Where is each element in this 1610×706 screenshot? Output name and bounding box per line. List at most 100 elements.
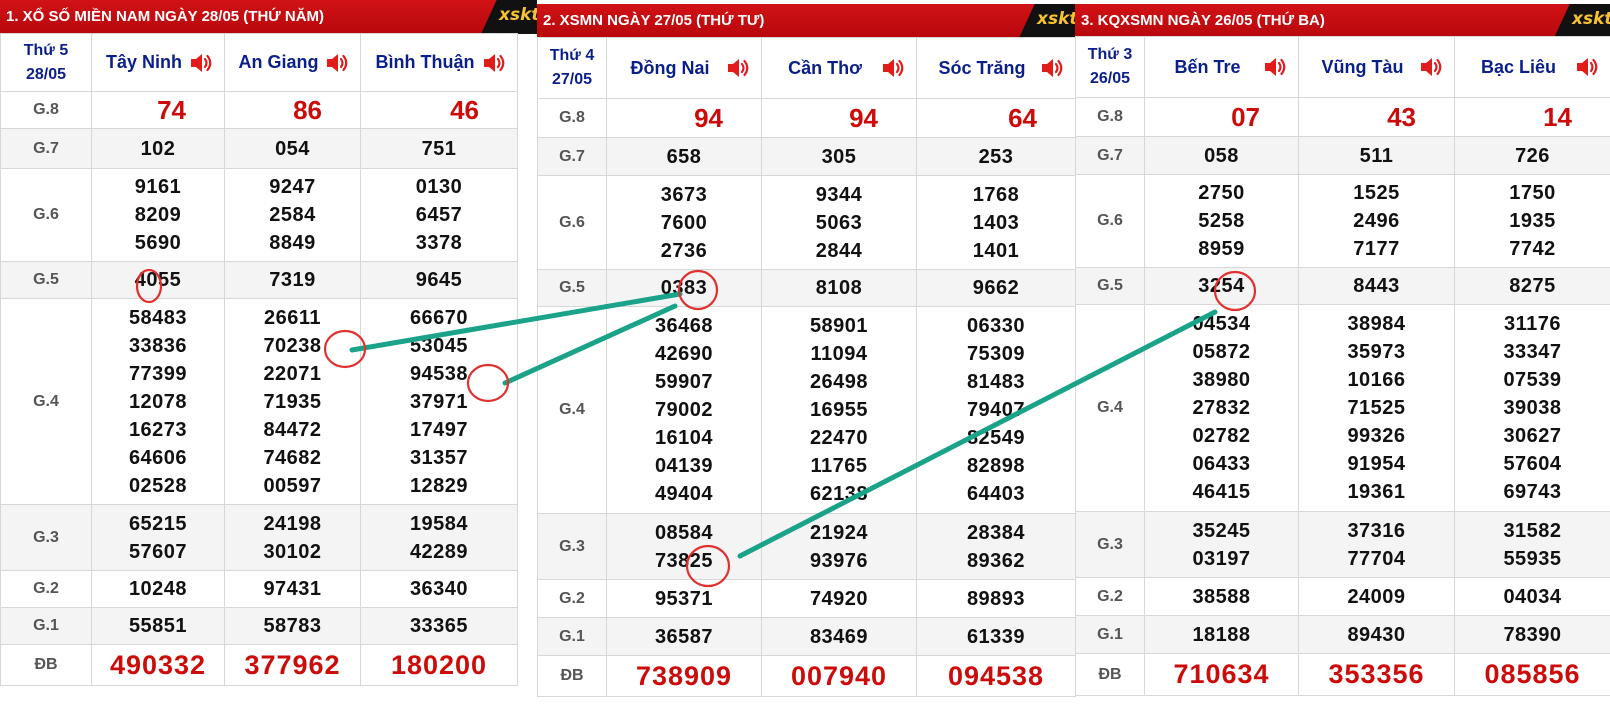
prize-cell: 07 [1144,97,1299,137]
prize-cell: 38984 35973 10166 71525 99326 91954 19361 [1298,304,1455,512]
prize-number: 751 [421,137,457,160]
province-name[interactable]: Vũng Tàu [1322,57,1404,77]
province-header[interactable]: Bạc Liêu [1454,36,1610,98]
speaker-icon[interactable] [188,50,214,76]
prize-cell: 83469 [761,617,917,656]
prize-label: G.5 [537,269,607,307]
panel-title[interactable]: 3. KQXSMN NGÀY 26/05 (THỨ BA) [1075,4,1610,38]
prize-number: 61339 [966,625,1026,648]
draw-date: Thứ 5 28/05 [0,33,92,92]
province-header[interactable]: Tây Ninh [91,33,225,92]
prize-number: 24009 [1347,585,1406,608]
prize-number: 36468 [654,315,714,337]
province-header[interactable]: Bến Tre [1144,36,1299,98]
speaker-icon[interactable] [1574,54,1600,80]
results-table: Thứ 3 26/05 Bến Tre Vũng Tàu Bạc Liêu G.8 07 43… [1075,36,1610,696]
panel-title[interactable]: 2. XSMN NGÀY 27/05 (THỨ TƯ) [537,4,1075,38]
speaker-icon[interactable] [1262,54,1288,80]
prize-row: ĐB 490332 377962 180200 [0,644,518,686]
province-name[interactable]: Sóc Trăng [938,58,1025,78]
prize-cell: 10248 [91,570,225,608]
prize-label: G.1 [537,617,607,656]
prize-number: 00597 [263,474,322,497]
province-header[interactable]: Cần Thơ [761,37,917,99]
prize-number: 07 [1231,101,1260,132]
prize-cell: 9247 2584 8849 [224,168,361,262]
prize-number: 16955 [809,399,869,421]
province-header[interactable]: An Giang [224,33,361,92]
prize-number: 180200 [390,649,488,680]
prize-number: 58783 [263,615,322,637]
prize-number: 058 [1204,144,1239,167]
prize-number: 49404 [654,483,714,505]
prize-number: 3673 [660,183,708,206]
prize-number: 085856 [1484,659,1581,689]
draw-date: Thứ 4 27/05 [537,37,607,99]
prize-number: 19361 [1347,481,1406,503]
prize-number: 77399 [128,362,188,385]
panel-title[interactable]: 1. XỔ SỐ MIỀN NAM NGÀY 28/05 (THỨ NĂM) [0,0,537,34]
speaker-icon[interactable] [324,50,350,76]
prize-cell: 9645 [360,261,518,299]
province-name[interactable]: Bình Thuận [376,52,475,72]
weekday-label: Thứ 4 [549,47,595,64]
prize-row: G.8 07 43 14 [1075,97,1610,137]
speaker-icon[interactable] [1039,55,1065,81]
prize-number: 18188 [1192,623,1251,646]
prize-cell: 26611 70238 22071 71935 84472 74682 00597 [224,298,361,505]
prize-cell: 64 [916,98,1076,138]
prize-number: 69743 [1503,481,1562,503]
speaker-icon[interactable] [725,55,751,81]
province-name[interactable]: Bạc Liêu [1481,57,1556,77]
province-header[interactable]: Bình Thuận [360,33,518,92]
prize-number: 37316 [1347,519,1406,542]
prize-cell: 085856 [1454,653,1610,696]
prize-number: 8275 [1509,275,1556,297]
prize-label: G.2 [1075,577,1145,616]
prize-number: 77704 [1347,547,1406,570]
prize-label: G.8 [0,91,92,129]
prize-cell: 058 [1144,136,1299,175]
prize-number: 08584 [654,521,714,544]
results-table: Thứ 5 28/05 Tây Ninh An Giang Bình Thuận G.8 7… [0,33,518,686]
prize-cell: 8108 [761,269,917,307]
province-header[interactable]: Đồng Nai [606,37,762,99]
prize-number: 10248 [128,578,188,600]
prize-cell: 04034 [1454,577,1610,616]
prize-number: 04139 [654,455,714,477]
prize-row: G.6 2750 5258 8959 1525 2496 7177 1750 1935 7742 [1075,174,1610,268]
speaker-icon[interactable] [880,55,906,81]
prize-number: 253 [978,145,1014,168]
province-name[interactable]: Tây Ninh [106,52,182,72]
prize-number: 53045 [409,334,469,357]
speaker-icon[interactable] [1418,54,1444,80]
prize-number: 84472 [263,418,322,441]
prize-cell: 726 [1454,136,1610,175]
prize-number: 33836 [128,334,188,357]
prize-number: 70238 [263,334,322,357]
province-name[interactable]: Bến Tre [1174,57,1240,77]
prize-number: 55851 [128,615,188,637]
prize-row: G.2 10248 97431 36340 [0,570,518,608]
prize-cell: 31582 55935 [1454,511,1610,578]
date-label: 28/05 [25,65,67,83]
prize-number: 8849 [269,232,316,254]
prize-number: 3378 [415,232,463,254]
prize-label: G.5 [0,261,92,299]
prize-row: G.6 3673 7600 2736 9344 5063 2844 1768 1403 1401 [537,175,1076,270]
prize-cell: 710634 [1144,653,1299,696]
prize-number: 83469 [809,625,869,648]
prize-number: 2496 [1353,210,1400,232]
speaker-icon[interactable] [481,50,507,76]
province-name[interactable]: Đồng Nai [631,58,710,78]
province-header[interactable]: Vũng Tàu [1298,36,1455,98]
province-name[interactable]: An Giang [239,52,319,72]
prize-row: G.7 102 054 751 [0,128,518,169]
prize-number: 490332 [109,649,207,680]
date-label: 27/05 [551,71,593,88]
prize-label: G.2 [537,579,607,618]
prize-number: 5063 [815,211,863,234]
province-name[interactable]: Cần Thơ [788,58,862,78]
province-header[interactable]: Sóc Trăng [916,37,1076,99]
prize-cell: 24009 [1298,577,1455,616]
